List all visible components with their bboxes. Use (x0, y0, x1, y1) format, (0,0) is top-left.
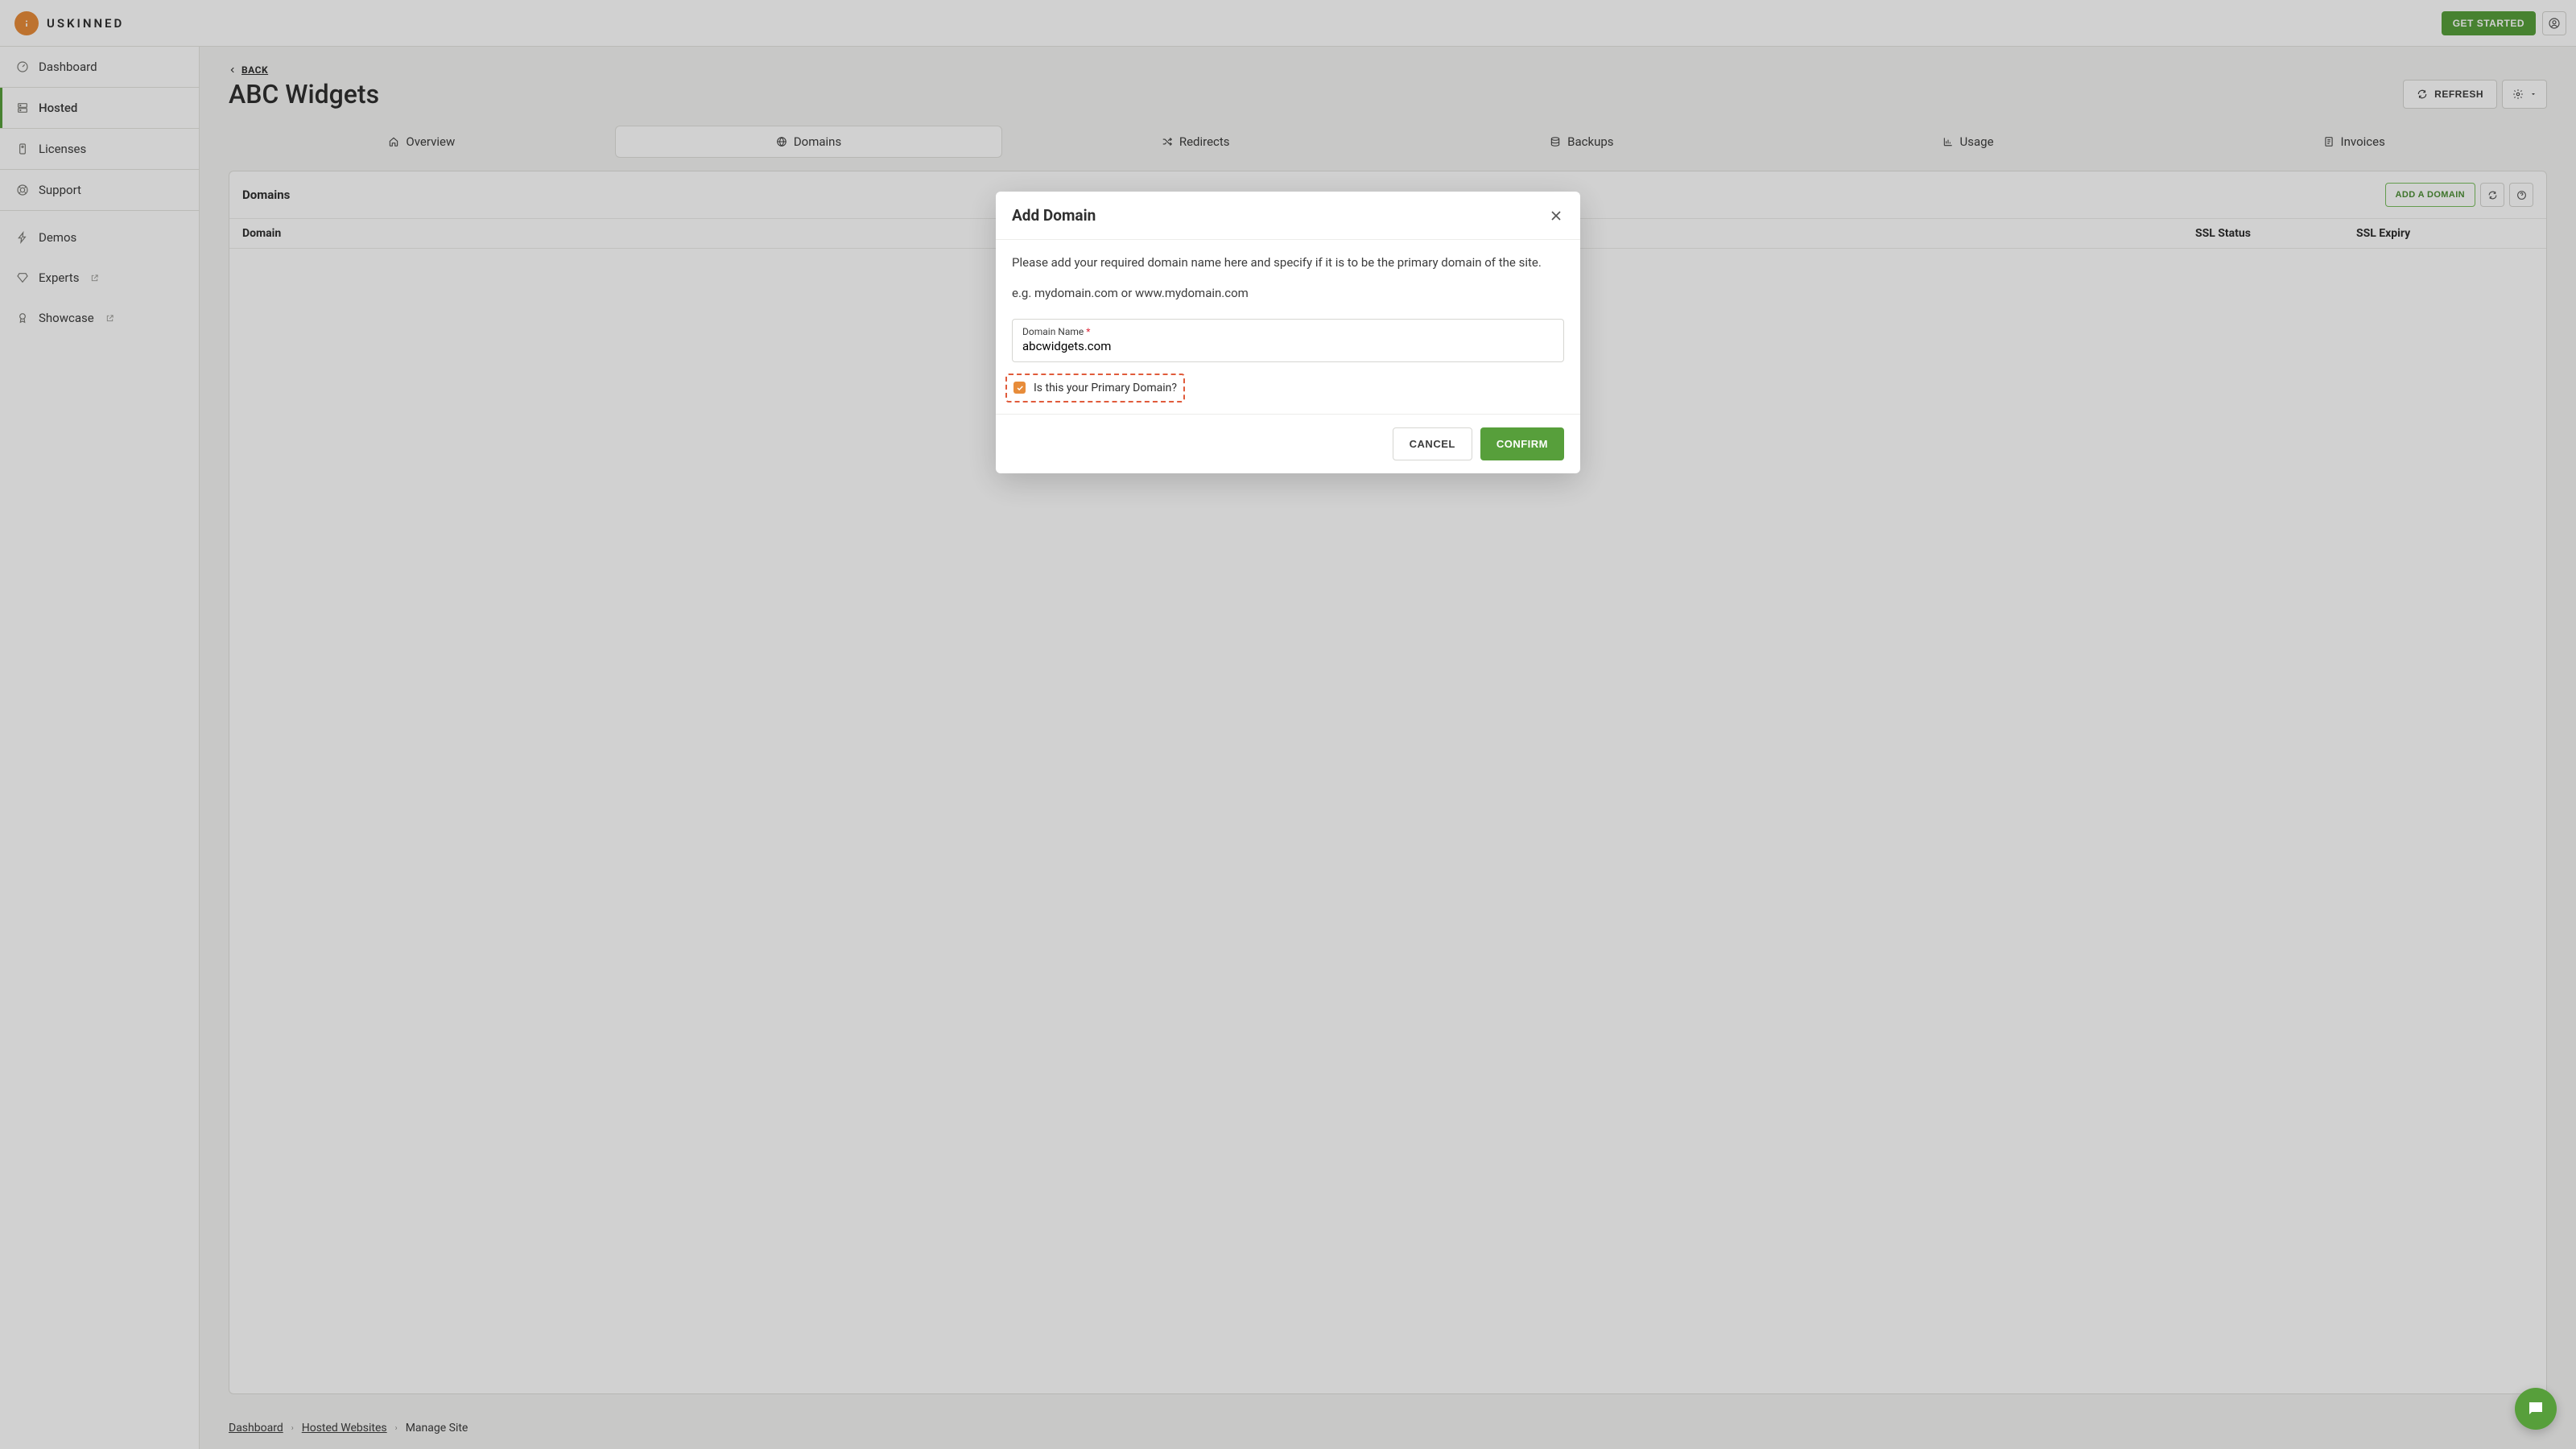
primary-domain-checkbox[interactable] (1013, 382, 1026, 394)
domain-name-field[interactable]: Domain Name * (1012, 319, 1564, 362)
add-domain-modal: Add Domain Please add your required doma… (996, 192, 1580, 473)
chat-button[interactable] (2515, 1388, 2557, 1430)
modal-description: Please add your required domain name her… (1012, 254, 1564, 272)
modal-hint: e.g. mydomain.com or www.mydomain.com (1012, 285, 1564, 303)
check-icon (1016, 384, 1024, 392)
required-asterisk: * (1086, 326, 1090, 337)
checkbox-label: Is this your Primary Domain? (1034, 382, 1177, 394)
close-icon[interactable] (1548, 208, 1564, 224)
field-label-text: Domain Name (1022, 326, 1084, 337)
modal-title: Add Domain (1012, 206, 1096, 225)
domain-name-input[interactable] (1022, 339, 1554, 353)
chat-icon (2526, 1399, 2545, 1418)
field-label: Domain Name * (1022, 326, 1554, 337)
cancel-button[interactable]: CANCEL (1393, 427, 1472, 460)
confirm-button[interactable]: CONFIRM (1480, 427, 1564, 460)
primary-domain-checkbox-highlight: Is this your Primary Domain? (1005, 374, 1185, 402)
